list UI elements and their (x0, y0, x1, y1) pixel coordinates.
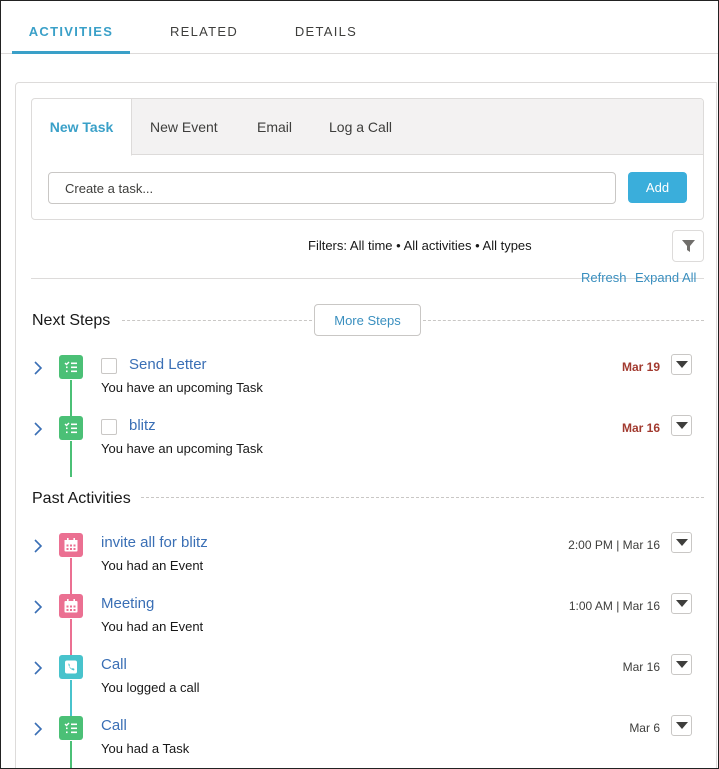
item-title[interactable]: Call (101, 656, 127, 673)
composer-tabs: New Task New Event Email Log a Call (32, 99, 703, 156)
chevron-right-icon[interactable] (32, 539, 44, 553)
timeline-line (70, 558, 72, 594)
item-title[interactable]: blitz (129, 417, 156, 434)
timeline-line (70, 441, 72, 477)
create-task-input[interactable] (48, 172, 616, 204)
list-item: Call You logged a call Mar 16 (0, 654, 719, 722)
tab-activities[interactable]: ACTIVITIES (12, 0, 130, 54)
event-icon (59, 594, 83, 618)
event-icon (59, 533, 83, 557)
past-activities-dash (141, 497, 704, 498)
chevron-down-icon (676, 361, 688, 368)
timeline-line (70, 380, 72, 416)
chevron-down-icon (676, 722, 688, 729)
tab-new-event[interactable]: New Event (150, 99, 218, 155)
list-item: Call You had a Task Mar 6 (0, 715, 719, 769)
task-icon (59, 416, 83, 440)
chevron-right-icon[interactable] (32, 361, 44, 375)
next-steps-dash-left (122, 320, 312, 321)
item-subtitle: You had an Event (101, 619, 204, 634)
task-icon (59, 355, 83, 379)
tab-related[interactable]: RELATED (160, 0, 248, 53)
timeline-line (70, 741, 72, 769)
chevron-right-icon[interactable] (32, 422, 44, 436)
task-checkbox[interactable] (101, 419, 117, 435)
item-title[interactable]: Meeting (101, 595, 154, 612)
item-subtitle: You had a Task (101, 741, 190, 756)
timeline-line (70, 619, 72, 655)
list-item: invite all for blitz You had an Event 2:… (0, 532, 719, 600)
next-steps-heading: Next Steps (32, 312, 111, 329)
filter-icon (682, 240, 695, 252)
chevron-right-icon[interactable] (32, 661, 44, 675)
next-steps-dash-right (423, 320, 704, 321)
item-subtitle: You logged a call (101, 680, 200, 695)
list-item: Meeting You had an Event 1:00 AM | Mar 1… (0, 593, 719, 661)
item-subtitle: You have an upcoming Task (101, 380, 263, 395)
chevron-down-icon (676, 600, 688, 607)
item-menu-button[interactable] (671, 532, 692, 553)
chevron-right-icon[interactable] (32, 722, 44, 736)
item-subtitle: You have an upcoming Task (101, 441, 263, 456)
timeline-line (70, 680, 72, 716)
chevron-right-icon[interactable] (32, 600, 44, 614)
chevron-down-icon (676, 422, 688, 429)
item-menu-button[interactable] (671, 415, 692, 436)
chevron-down-icon (676, 539, 688, 546)
more-steps-button[interactable]: More Steps (314, 304, 421, 336)
item-title[interactable]: Call (101, 717, 127, 734)
filter-button[interactable] (672, 230, 704, 262)
tab-email[interactable]: Email (257, 99, 292, 155)
item-title[interactable]: Send Letter (129, 356, 207, 373)
add-button[interactable]: Add (628, 172, 687, 203)
item-date: 1:00 AM | Mar 16 (568, 599, 660, 613)
call-icon (59, 655, 83, 679)
item-date: Mar 6 (629, 721, 660, 735)
item-subtitle: You had an Event (101, 558, 204, 573)
filters-summary: Filters: All time • All activities • All… (308, 238, 532, 253)
item-title[interactable]: invite all for blitz (101, 534, 208, 551)
record-tabs: ACTIVITIES RELATED DETAILS (0, 0, 719, 54)
refresh-link[interactable]: Refresh (581, 270, 627, 285)
past-activities-heading: Past Activities (32, 490, 131, 507)
activity-composer: New Task New Event Email Log a Call Add (31, 98, 704, 220)
item-date: 2:00 PM | Mar 16 (568, 538, 660, 552)
task-checkbox[interactable] (101, 358, 117, 374)
list-item: Send Letter You have an upcoming Task Ma… (0, 354, 719, 422)
item-menu-button[interactable] (671, 715, 692, 736)
item-date: Mar 16 (622, 660, 660, 674)
item-menu-button[interactable] (671, 593, 692, 614)
item-menu-button[interactable] (671, 654, 692, 675)
item-date: Mar 16 (621, 421, 660, 435)
task-icon (59, 716, 83, 740)
tab-new-task[interactable]: New Task (32, 99, 132, 156)
tab-log-a-call[interactable]: Log a Call (329, 99, 392, 155)
item-menu-button[interactable] (671, 354, 692, 375)
list-item: blitz You have an upcoming Task Mar 16 (0, 415, 719, 483)
chevron-down-icon (676, 661, 688, 668)
tab-details[interactable]: DETAILS (284, 0, 368, 53)
item-date: Mar 19 (621, 360, 660, 374)
expand-all-link[interactable]: Expand All (635, 270, 696, 285)
